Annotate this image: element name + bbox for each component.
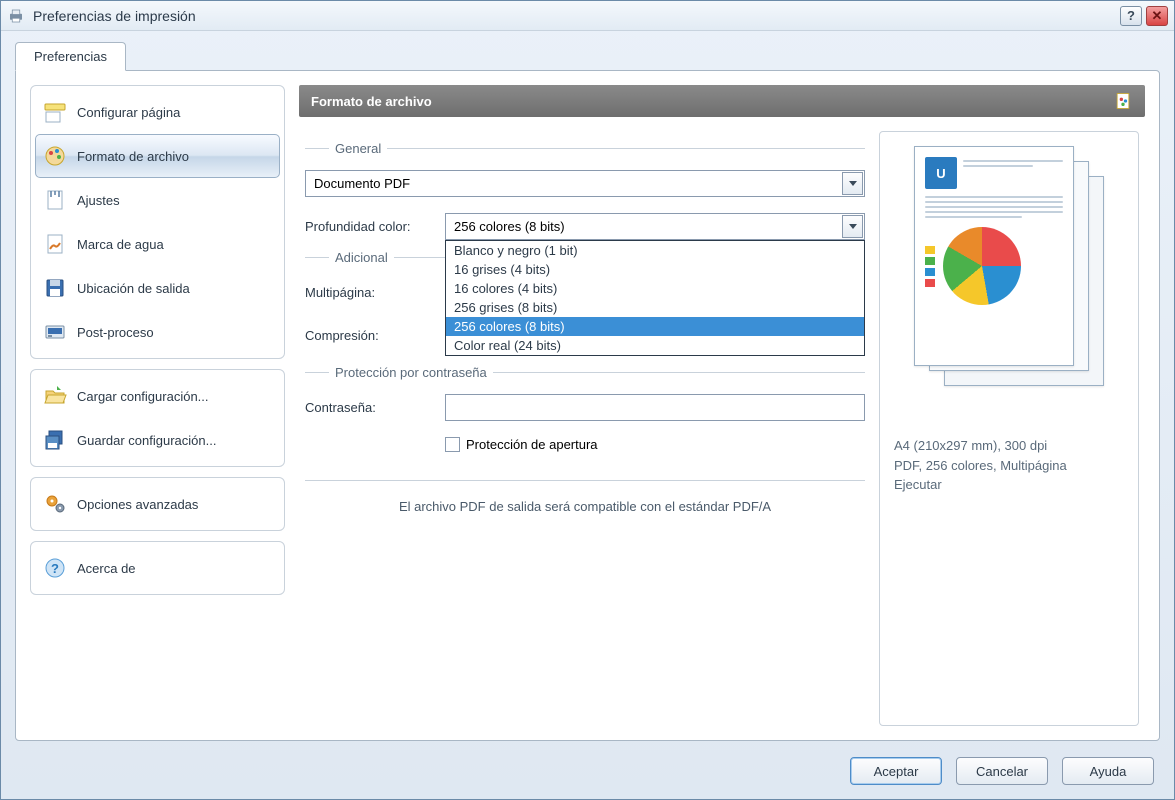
sidebar-group-main: Configurar página Formato de archivo Aju… [30,85,285,359]
sidebar-item-label: Formato de archivo [77,149,189,164]
tabstrip: Preferencias [1,31,1174,70]
panel-header: Formato de archivo [299,85,1145,117]
row-open-protection: Protección de apertura [305,437,865,452]
preview-line: A4 (210x297 mm), 300 dpi [894,436,1124,456]
password-label: Contraseña: [305,400,445,415]
form-area: General Documento PDF Profundidad color:… [305,131,865,726]
sidebar-item-file-format[interactable]: Formato de archivo [35,134,280,178]
doctype-select[interactable]: Documento PDF [305,170,865,197]
process-icon [43,320,67,344]
close-icon: ✕ [1152,8,1163,24]
footnote: El archivo PDF de salida será compatible… [305,480,865,514]
scissors-icon [43,188,67,212]
titlebar[interactable]: Preferencias de impresión ? ✕ [1,1,1174,31]
password-input[interactable] [445,394,865,421]
multipage-label: Multipágina: [305,285,445,300]
sidebar-item-advanced[interactable]: Opciones avanzadas [35,482,280,526]
fieldset-label: Protección por contraseña [329,365,493,380]
watermark-icon [43,232,67,256]
pie-chart-icon [943,227,1021,305]
sidebar-item-label: Ubicación de salida [77,281,190,296]
sidebar-item-post-process[interactable]: Post-proceso [35,310,280,354]
close-button[interactable]: ✕ [1146,6,1168,26]
compression-label: Compresión: [305,328,445,343]
gears-icon [43,492,67,516]
cancel-button[interactable]: Cancelar [956,757,1048,785]
sidebar-group-about: ? Acerca de [30,541,285,595]
fieldset-password: Protección por contraseña [305,365,865,380]
preview-area: U [879,131,1139,726]
main-panel: Formato de archivo General Documento PDF [299,85,1145,726]
depth-option[interactable]: Color real (24 bits) [446,336,864,355]
window-title: Preferencias de impresión [33,8,1116,24]
depth-option[interactable]: 256 colores (8 bits) [446,317,864,336]
palette-icon [1113,91,1133,111]
ruler-icon [43,100,67,124]
row-doctype: Documento PDF [305,170,865,197]
content: Configurar página Formato de archivo Aju… [15,70,1160,741]
svg-text:?: ? [51,561,59,576]
color-depth-dropdown: Blanco y negro (1 bit) 16 grises (4 bits… [445,240,865,356]
sidebar-group-config: Cargar configuración... Guardar configur… [30,369,285,467]
save-icon [43,276,67,300]
depth-option[interactable]: Blanco y negro (1 bit) [446,241,864,260]
open-protection-checkbox[interactable] [445,437,460,452]
sidebar-item-save-config[interactable]: Guardar configuración... [35,418,280,462]
sidebar-item-about[interactable]: ? Acerca de [35,546,280,590]
fieldset-label: General [329,141,387,156]
depth-option[interactable]: 16 grises (4 bits) [446,260,864,279]
sidebar-group-advanced: Opciones avanzadas [30,477,285,531]
dropdown-arrow-icon [842,215,863,238]
folder-open-icon [43,384,67,408]
depth-label: Profundidad color: [305,219,445,234]
dialog-buttons: Aceptar Cancelar Ayuda [1,749,1174,799]
sidebar-item-label: Opciones avanzadas [77,497,198,512]
dropdown-arrow-icon [842,172,863,195]
sidebar-item-label: Cargar configuración... [77,389,209,404]
panel-body: General Documento PDF Profundidad color:… [299,117,1145,726]
sidebar-item-load-config[interactable]: Cargar configuración... [35,374,280,418]
accept-button[interactable]: Aceptar [850,757,942,785]
sidebar-item-adjustments[interactable]: Ajustes [35,178,280,222]
sidebar-item-output-location[interactable]: Ubicación de salida [35,266,280,310]
depth-option[interactable]: 256 grises (8 bits) [446,298,864,317]
fieldset-general: General [305,141,865,156]
help-icon: ? [43,556,67,580]
sidebar-item-label: Acerca de [77,561,136,576]
preview-line: PDF, 256 colores, Multipágina [894,456,1124,476]
help-button[interactable]: Ayuda [1062,757,1154,785]
fieldset-label: Adicional [329,250,394,265]
sidebar-item-label: Configurar página [77,105,180,120]
preview-line: Ejecutar [894,475,1124,495]
open-protection-label: Protección de apertura [466,437,598,452]
palette-icon [43,144,67,168]
disks-icon [43,428,67,452]
sidebar-item-label: Ajustes [77,193,120,208]
preview-text: A4 (210x297 mm), 300 dpi PDF, 256 colore… [894,436,1124,495]
row-password: Contraseña: [305,394,865,421]
preview-document-icon: U [914,146,1104,396]
help-button[interactable]: ? [1120,6,1142,26]
sidebar-item-watermark[interactable]: Marca de agua [35,222,280,266]
preferences-window: Preferencias de impresión ? ✕ Preferenci… [0,0,1175,800]
printer-icon [7,7,25,25]
depth-value: 256 colores (8 bits) [454,219,565,234]
depth-option[interactable]: 16 colores (4 bits) [446,279,864,298]
sidebar-item-label: Guardar configuración... [77,433,216,448]
tab-preferences[interactable]: Preferencias [15,42,126,71]
sidebar-item-label: Post-proceso [77,325,154,340]
sidebar-item-page-setup[interactable]: Configurar página [35,90,280,134]
doctype-value: Documento PDF [314,176,410,191]
sidebar: Configurar página Formato de archivo Aju… [30,85,285,726]
sidebar-item-label: Marca de agua [77,237,164,252]
row-color-depth: Profundidad color: 256 colores (8 bits) … [305,213,865,240]
color-depth-select[interactable]: 256 colores (8 bits) [445,213,865,240]
panel-title: Formato de archivo [311,94,432,109]
